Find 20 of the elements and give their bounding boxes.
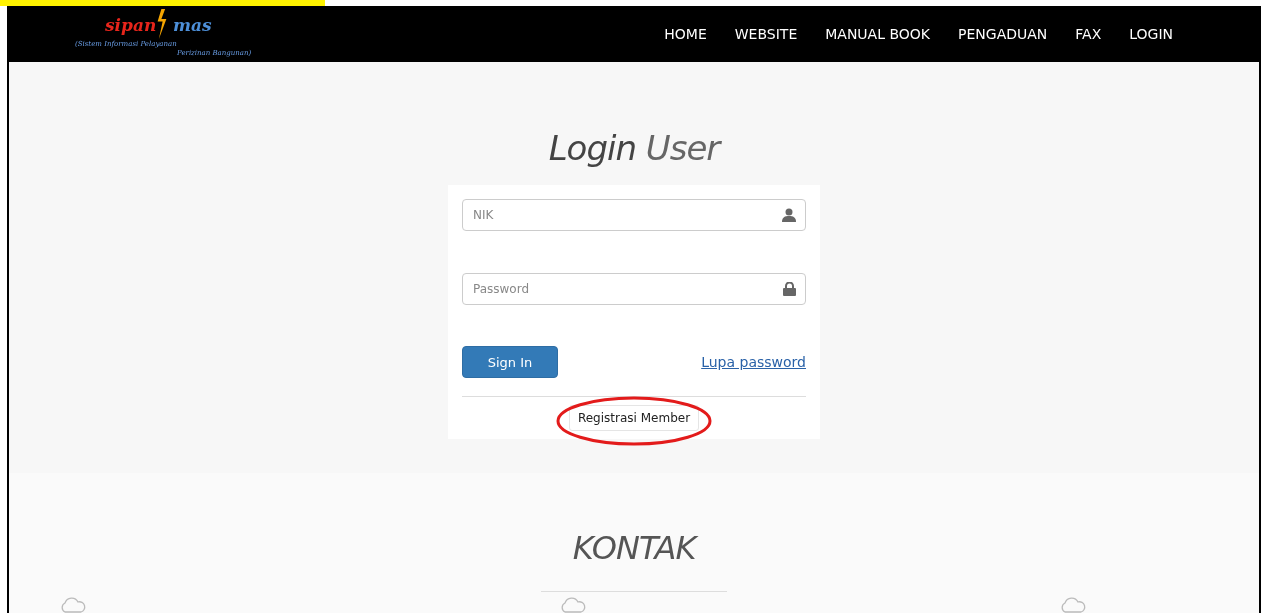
nav-link[interactable]: WEBSITE bbox=[734, 26, 798, 42]
logo-text: sipan bbox=[105, 15, 157, 35]
input-field[interactable]: Password bbox=[462, 273, 806, 305]
cloud-icon bbox=[1059, 597, 1087, 613]
cloud-icon bbox=[559, 597, 587, 613]
nav-link[interactable]: MANUAL BOOK bbox=[825, 26, 930, 42]
user-icon bbox=[782, 208, 796, 222]
logo-text: mas bbox=[173, 15, 212, 35]
input-field[interactable]: NIK bbox=[462, 199, 806, 231]
nav-link[interactable]: PENGADUAN bbox=[958, 26, 1048, 42]
nav-link[interactable]: FAX bbox=[1075, 26, 1102, 42]
section-title: KONTAK bbox=[572, 529, 696, 567]
nav-link[interactable]: HOME bbox=[664, 26, 707, 42]
lock-icon bbox=[783, 282, 796, 296]
register-button[interactable]: Registrasi Member bbox=[568, 405, 700, 431]
nav-link[interactable]: LOGIN bbox=[1129, 26, 1173, 42]
cloud-icon bbox=[59, 597, 87, 613]
sign-in-button[interactable]: Sign In bbox=[462, 346, 558, 378]
forgot-password-link[interactable]: Lupa password bbox=[701, 354, 806, 370]
page-title: Login User bbox=[548, 128, 720, 168]
